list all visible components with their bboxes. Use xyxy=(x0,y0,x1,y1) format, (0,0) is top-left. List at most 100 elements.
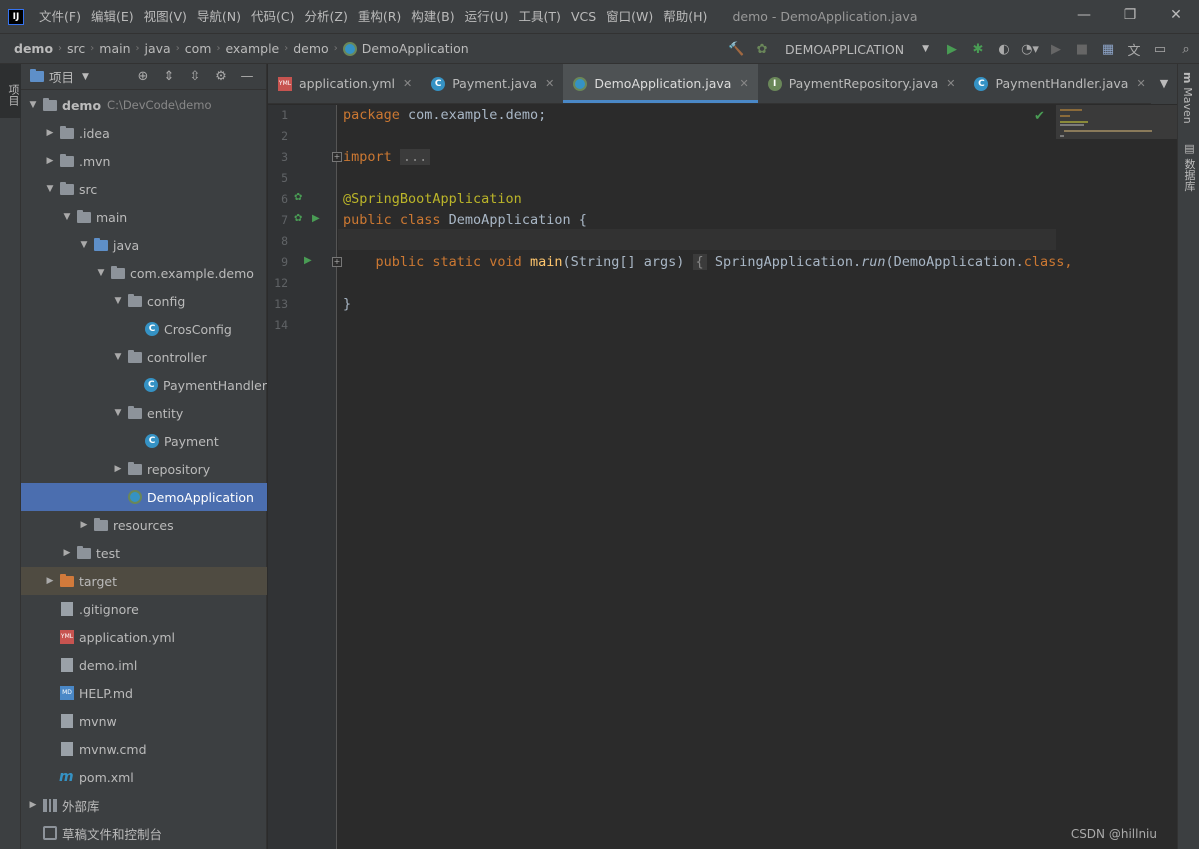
translate-icon[interactable]: 文 xyxy=(1121,36,1147,62)
locate-file-icon[interactable]: ⊕ xyxy=(130,68,156,86)
database-tool-tab[interactable]: ▤ 数据库 xyxy=(1181,142,1197,192)
menu-item[interactable]: 运行(U) xyxy=(460,0,514,33)
gear-icon[interactable]: ⚙ xyxy=(208,68,234,86)
editor-tab[interactable]: YML application.yml ✕ xyxy=(268,64,421,103)
close-icon[interactable]: ✕ xyxy=(545,77,554,90)
terminal-icon[interactable]: ▭ xyxy=(1147,36,1173,62)
breadcrumb-item[interactable]: main xyxy=(99,41,130,56)
chevron-down-icon[interactable]: ▼ xyxy=(112,408,124,418)
editor-tab[interactable]: I PaymentRepository.java ✕ xyxy=(758,64,965,103)
hide-panel-icon[interactable]: — xyxy=(234,68,260,86)
close-icon[interactable]: ✕ xyxy=(739,77,748,90)
menu-item[interactable]: 重构(R) xyxy=(353,0,406,33)
run-gutter-icon[interactable]: ▶ xyxy=(304,255,312,266)
code-minimap[interactable] xyxy=(1056,105,1177,139)
tree-item[interactable]: mvnw xyxy=(21,707,267,735)
tree-item[interactable]: ▼ entity xyxy=(21,399,267,427)
fold-marker-icon[interactable]: + xyxy=(332,152,342,162)
spring-bean-gutter-icon[interactable]: ✿ xyxy=(294,192,302,203)
tree-item[interactable]: ▶ .idea xyxy=(21,119,267,147)
chevron-down-icon[interactable]: ▼ xyxy=(95,268,107,278)
project-structure-icon[interactable]: ▦ xyxy=(1095,36,1121,62)
chevron-right-icon[interactable]: ▶ xyxy=(44,576,56,586)
chevron-down-icon[interactable]: ▼ xyxy=(44,184,56,194)
attach-run-icon[interactable]: ▶ xyxy=(1043,36,1069,62)
tree-item[interactable]: ▶ resources xyxy=(21,511,267,539)
fold-marker-icon[interactable]: + xyxy=(332,257,342,267)
tree-item[interactable]: ▼ java xyxy=(21,231,267,259)
chevron-right-icon[interactable]: ▶ xyxy=(78,520,90,530)
menu-item[interactable]: 工具(T) xyxy=(514,0,566,33)
search-icon[interactable]: ⌕ xyxy=(1173,36,1199,62)
breadcrumb-item[interactable]: src xyxy=(67,41,85,56)
menu-item[interactable]: 帮助(H) xyxy=(658,0,712,33)
tree-item[interactable]: ▼ main xyxy=(21,203,267,231)
chevron-right-icon[interactable]: ▶ xyxy=(27,800,39,810)
breadcrumb-item[interactable]: demo xyxy=(14,41,53,56)
tree-item[interactable]: ▼ config xyxy=(21,287,267,315)
project-tool-tab[interactable]: 项目 xyxy=(0,64,21,118)
run-icon[interactable]: ▶ xyxy=(939,36,965,62)
tree-item[interactable]: mvnw.cmd xyxy=(21,735,267,763)
run-configuration-select[interactable]: DEMOAPPLICATION ▼ xyxy=(775,42,939,57)
folded-imports[interactable]: ... xyxy=(399,149,431,165)
chevron-down-icon[interactable]: ▼ xyxy=(112,352,124,362)
inspection-ok-icon[interactable]: ✔ xyxy=(1034,109,1045,124)
tree-item[interactable]: ▼ src xyxy=(21,175,267,203)
chevron-down-icon[interactable]: ▼ xyxy=(27,100,39,110)
spring-bean-gutter-icon[interactable]: ✿ xyxy=(294,213,302,224)
run-gutter-icon[interactable]: ▶ xyxy=(312,213,320,224)
tree-item[interactable]: ▼ controller xyxy=(21,343,267,371)
menu-item[interactable]: VCS xyxy=(566,0,601,33)
tree-item[interactable]: .gitignore xyxy=(21,595,267,623)
chevron-down-icon[interactable]: ▼ xyxy=(61,212,73,222)
menu-item[interactable]: 分析(Z) xyxy=(300,0,353,33)
tree-item[interactable]: C CrosConfig xyxy=(21,315,267,343)
chevron-down-icon[interactable]: ▼ xyxy=(78,240,90,250)
chevron-right-icon[interactable]: ▶ xyxy=(61,548,73,558)
folded-body[interactable]: { xyxy=(692,254,707,270)
expand-all-icon[interactable]: ⇕ xyxy=(156,68,182,86)
tree-item[interactable]: ▼ com.example.demo xyxy=(21,259,267,287)
editor-tab[interactable]: C PaymentHandler.java ✕ xyxy=(964,64,1154,103)
tree-item[interactable]: ▼ demo C:\DevCode\demo xyxy=(21,91,267,119)
chevron-right-icon[interactable]: ▶ xyxy=(44,156,56,166)
code-editor[interactable]: 1 2 3 5 6 7 8 9 12 13 14 ✿ ✿ ▶ ▶ + + pac… xyxy=(268,105,1177,849)
tree-item[interactable]: ▶ .mvn xyxy=(21,147,267,175)
close-icon[interactable]: ✕ xyxy=(1153,0,1199,33)
project-view-select[interactable]: 项目 ▼ xyxy=(29,67,89,86)
tree-item[interactable]: MD HELP.md xyxy=(21,679,267,707)
tree-item[interactable]: C Payment xyxy=(21,427,267,455)
chevron-right-icon[interactable]: ▶ xyxy=(44,128,56,138)
restore-icon[interactable]: ❐ xyxy=(1107,0,1153,33)
menu-item[interactable]: 窗口(W) xyxy=(601,0,658,33)
tree-item[interactable]: m pom.xml xyxy=(21,763,267,791)
build-hammer-icon[interactable]: 🔨 xyxy=(723,36,749,62)
minimize-icon[interactable]: — xyxy=(1061,0,1107,33)
breadcrumb-item[interactable]: java xyxy=(145,41,171,56)
coverage-icon[interactable]: ◐ xyxy=(991,36,1017,62)
menu-item[interactable]: 代码(C) xyxy=(246,0,299,33)
tree-item[interactable]: demo.iml xyxy=(21,651,267,679)
close-icon[interactable]: ✕ xyxy=(946,77,955,90)
tabs-dropdown-icon[interactable]: ▼ xyxy=(1151,64,1177,104)
editor-tab[interactable]: DemoApplication.java ✕ xyxy=(563,64,759,103)
breadcrumb-item[interactable]: DemoApplication xyxy=(342,41,469,56)
close-icon[interactable]: ✕ xyxy=(403,77,412,90)
editor-tab[interactable]: C Payment.java ✕ xyxy=(421,64,563,103)
menu-item[interactable]: 文件(F) xyxy=(34,0,86,33)
menu-item[interactable]: 编辑(E) xyxy=(86,0,139,33)
menu-item[interactable]: 视图(V) xyxy=(139,0,192,33)
collapse-all-icon[interactable]: ⇳ xyxy=(182,68,208,86)
tree-item[interactable]: ▶ repository xyxy=(21,455,267,483)
breadcrumb-item[interactable]: demo xyxy=(293,41,328,56)
tree-item[interactable]: C PaymentHandler xyxy=(21,371,267,399)
breadcrumb-item[interactable]: com xyxy=(185,41,212,56)
chevron-right-icon[interactable]: ▶ xyxy=(112,464,124,474)
tree-item[interactable]: ▶ 外部库 xyxy=(21,791,267,819)
tree-item[interactable]: ▶ target xyxy=(21,567,267,595)
stop-icon[interactable]: ■ xyxy=(1069,36,1095,62)
tree-item[interactable]: YML application.yml xyxy=(21,623,267,651)
tree-item[interactable]: ▶ test xyxy=(21,539,267,567)
breadcrumb-item[interactable]: example xyxy=(225,41,279,56)
